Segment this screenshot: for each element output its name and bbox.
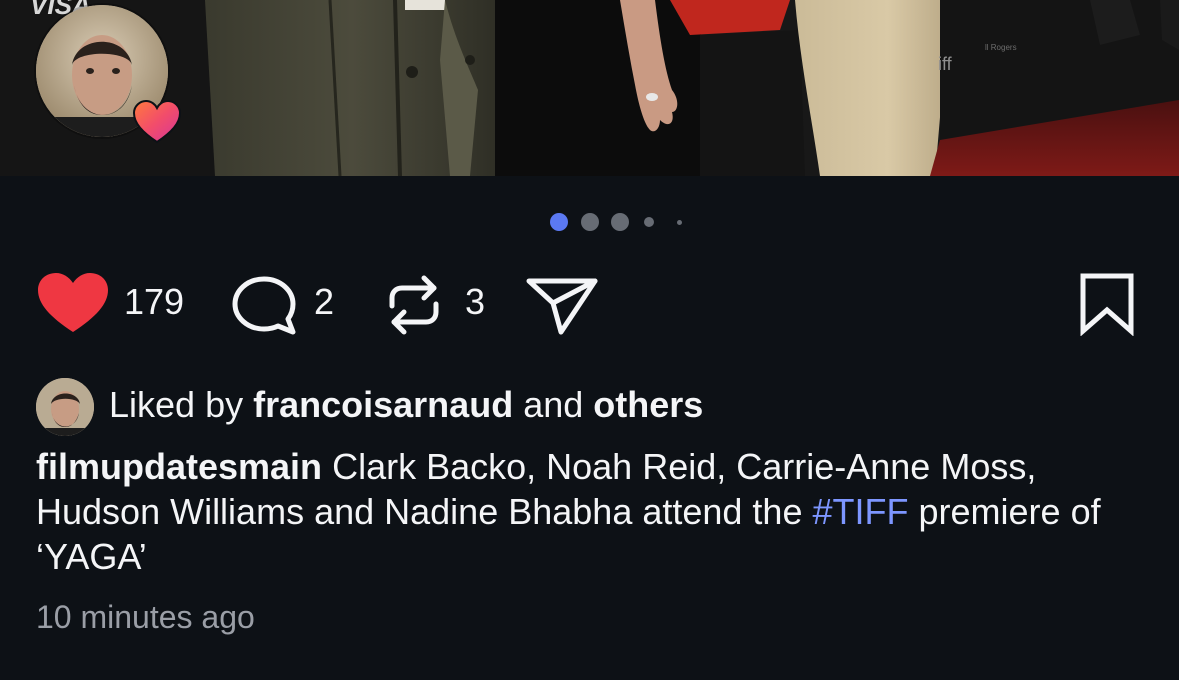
liked-by-text: Liked by francoisarnaud and others	[109, 383, 703, 427]
liked-by-row[interactable]: Liked by francoisarnaud and others	[36, 378, 1136, 438]
carousel-dot[interactable]	[644, 217, 654, 227]
liked-by-username[interactable]: francoisarnaud	[253, 384, 513, 425]
story-heart-icon	[132, 100, 182, 144]
repost-count[interactable]: 3	[465, 282, 485, 322]
post-photo[interactable]: VISA iff ll Rogers	[0, 0, 1179, 176]
post-action-bar: 179 2 3	[0, 262, 1179, 342]
comment-bubble-icon[interactable]	[230, 274, 300, 336]
heart-filled-icon[interactable]	[36, 272, 110, 336]
post-caption: filmupdatesmain Clark Backo, Noah Reid, …	[36, 444, 1146, 579]
carousel-dot[interactable]	[677, 220, 682, 225]
paper-plane-icon[interactable]	[524, 272, 600, 338]
bookmark-icon[interactable]	[1078, 272, 1136, 336]
liked-by-others[interactable]: others	[593, 384, 703, 425]
liked-by-prefix: Liked by	[109, 384, 244, 425]
carousel-dot-active[interactable]	[550, 213, 568, 231]
like-count[interactable]: 179	[124, 282, 184, 322]
liked-by-joiner: and	[523, 384, 584, 425]
repost-arrows-icon[interactable]	[384, 272, 444, 338]
carousel-dot[interactable]	[611, 213, 629, 231]
comment-count[interactable]: 2	[314, 282, 334, 322]
liked-by-avatar-image	[36, 378, 94, 436]
caption-hashtag[interactable]: #TIFF	[813, 491, 909, 532]
caption-username[interactable]: filmupdatesmain	[36, 446, 322, 487]
carousel-indicator	[0, 212, 1179, 232]
liked-by-avatar[interactable]	[36, 378, 94, 436]
post-photo-image: VISA iff ll Rogers	[0, 0, 1179, 176]
svg-text:ll Rogers: ll Rogers	[985, 43, 1017, 52]
carousel-dot[interactable]	[581, 213, 599, 231]
post-timestamp: 10 minutes ago	[36, 599, 255, 635]
svg-text:iff: iff	[938, 54, 953, 74]
